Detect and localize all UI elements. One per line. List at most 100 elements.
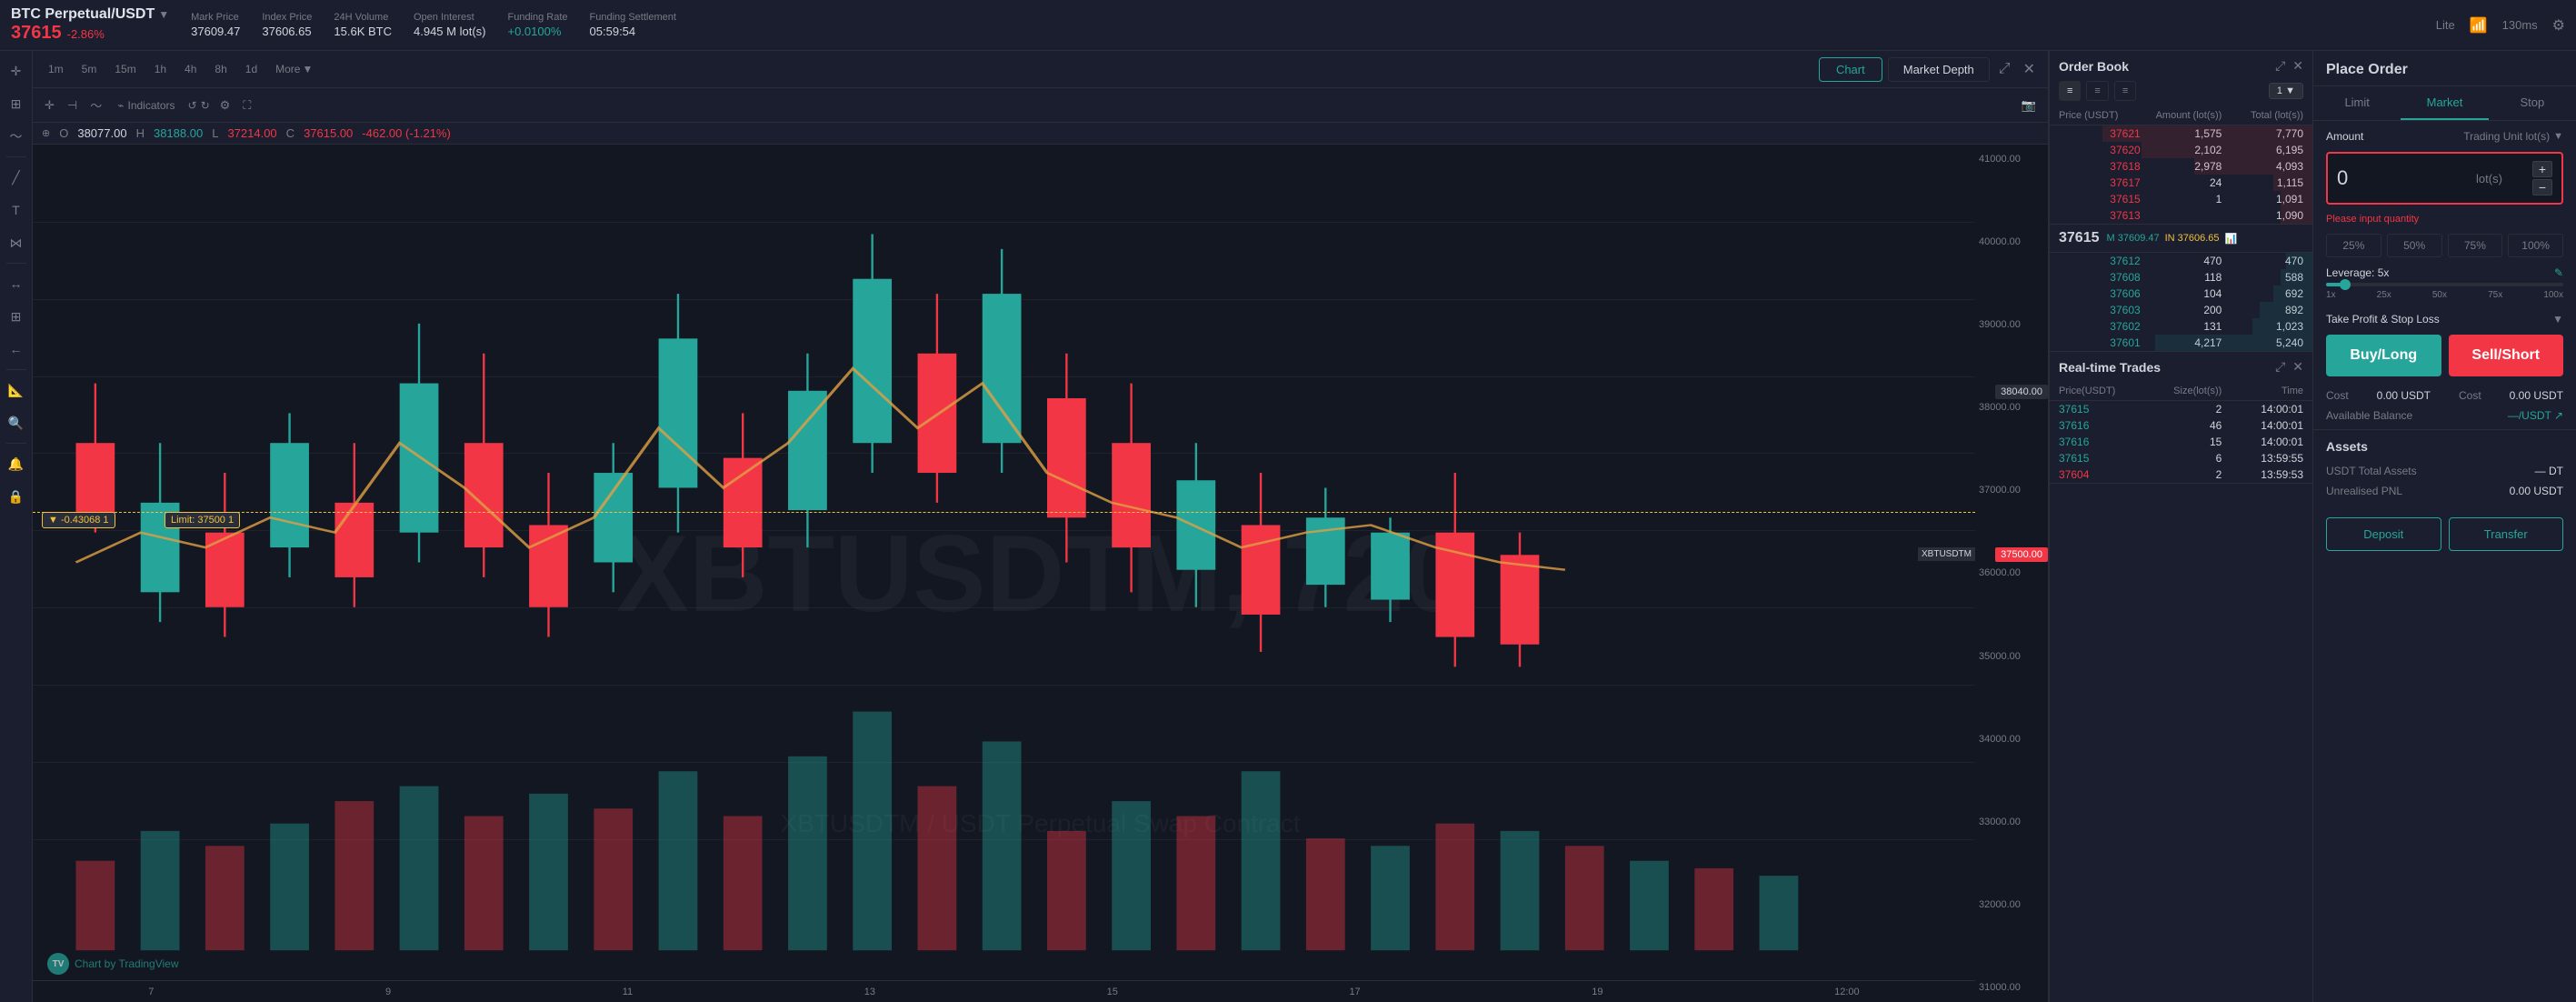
pct-25-button[interactable]: 25%: [2326, 234, 2381, 257]
buy-sell-buttons: Buy/Long Sell/Short: [2313, 335, 2576, 386]
timeframe-1m[interactable]: 1m: [42, 59, 70, 79]
ticker-name[interactable]: BTC Perpetual/USDT ▼: [11, 6, 169, 23]
close-chart-icon[interactable]: ✕: [2020, 56, 2039, 82]
cursor-icon[interactable]: ✛: [42, 95, 57, 115]
zoom-icon[interactable]: 🔍: [4, 410, 29, 436]
ob-view-both[interactable]: ≡: [2059, 81, 2081, 101]
line-tool-icon[interactable]: ╱: [4, 165, 29, 190]
buy-long-button[interactable]: Buy/Long: [2326, 335, 2441, 376]
expand-ob-icon[interactable]: ⤢: [2275, 58, 2285, 74]
lite-button[interactable]: Lite: [2436, 18, 2455, 32]
close-trades-icon[interactable]: ✕: [2292, 359, 2303, 375]
trade-row[interactable]: 37616 46 14:00:01: [2050, 417, 2312, 434]
ob-view-sells[interactable]: ≡: [2086, 81, 2108, 101]
lock-icon[interactable]: 🔒: [4, 484, 29, 509]
ob-view-buys[interactable]: ≡: [2114, 81, 2136, 101]
leverage-edit-button[interactable]: ✎: [2554, 266, 2563, 279]
high-value: 38188.00: [154, 126, 203, 140]
market-tab[interactable]: Market: [2401, 86, 2488, 120]
ob-buy-row[interactable]: 37603 200 892: [2050, 302, 2312, 318]
tp-sl-expand-icon[interactable]: ▼: [2552, 313, 2563, 326]
camera-icon[interactable]: 📷: [2019, 95, 2039, 115]
ob-buy-row[interactable]: 37606 104 692: [2050, 286, 2312, 302]
trade-row[interactable]: 37604 2 13:59:53: [2050, 466, 2312, 483]
amount-input[interactable]: [2337, 166, 2446, 190]
pct-50-button[interactable]: 50%: [2387, 234, 2442, 257]
fullscreen-icon[interactable]: ⛶: [240, 95, 254, 115]
leverage-thumb[interactable]: [2340, 279, 2351, 290]
ob-sell-row[interactable]: 37620 2,102 6,195: [2050, 142, 2312, 158]
more-timeframes-button[interactable]: More ▼: [269, 59, 319, 79]
trading-unit-dropdown-icon[interactable]: ▼: [2553, 131, 2563, 142]
market-depth-tab-button[interactable]: Market Depth: [1888, 57, 1990, 82]
oi-value: 4.945 M lot(s): [414, 25, 485, 38]
pct-75-button[interactable]: 75%: [2448, 234, 2503, 257]
settings-icon[interactable]: ⚙: [2552, 16, 2565, 35]
leverage-slider[interactable]: [2326, 283, 2563, 286]
expand-trades-icon[interactable]: ⤢: [2275, 359, 2285, 375]
text-tool-icon[interactable]: T: [4, 197, 29, 223]
ob-depth-selector[interactable]: 1 ▼: [2269, 83, 2303, 99]
timeframe-1h[interactable]: 1h: [148, 59, 173, 79]
ob-sell-row[interactable]: 37617 24 1,115: [2050, 175, 2312, 191]
settings-draw-icon[interactable]: ⚙: [217, 95, 234, 115]
price-line-icon[interactable]: ⊣: [65, 95, 80, 115]
chart-tab-button[interactable]: Chart: [1819, 57, 1882, 82]
ob-buy-row[interactable]: 37612 470 470: [2050, 253, 2312, 269]
grid-icon[interactable]: ⊞: [4, 304, 29, 329]
indicators-button[interactable]: ⌁ Indicators: [112, 96, 180, 115]
ob-sell-row[interactable]: 37615 1 1,091: [2050, 191, 2312, 207]
limit-tab[interactable]: Limit: [2313, 86, 2401, 120]
timeframe-1d[interactable]: 1d: [239, 59, 264, 79]
ob-sell-row[interactable]: 37618 2,978 4,093: [2050, 158, 2312, 175]
amount-input-box[interactable]: lot(s) + −: [2326, 152, 2563, 205]
ob-buy-row[interactable]: 37601 4,217 5,240: [2050, 335, 2312, 351]
undo-icon[interactable]: ↺: [188, 99, 197, 112]
sell-short-button[interactable]: Sell/Short: [2449, 335, 2564, 376]
measure-icon[interactable]: ↔: [4, 271, 29, 296]
order-book-header: Order Book ⤢ ✕: [2050, 51, 2312, 81]
timeframe-5m[interactable]: 5m: [75, 59, 104, 79]
crosshair-icon[interactable]: ✛: [4, 58, 29, 84]
timeframe-15m[interactable]: 15m: [108, 59, 142, 79]
ob-sell-row[interactable]: 37621 1,575 7,770: [2050, 125, 2312, 142]
ob-buy-row[interactable]: 37602 131 1,023: [2050, 318, 2312, 335]
index-price-value: 37606.65: [262, 25, 312, 38]
tick-50x: 50x: [2432, 290, 2447, 300]
available-balance-link[interactable]: —/USDT ↗: [2508, 409, 2563, 422]
pct-100-button[interactable]: 100%: [2508, 234, 2563, 257]
timeframe-8h[interactable]: 8h: [208, 59, 233, 79]
stop-tab[interactable]: Stop: [2489, 86, 2576, 120]
node-tool-icon[interactable]: ⋈: [4, 230, 29, 256]
amount-decrement-button[interactable]: −: [2532, 179, 2552, 195]
candlestick-icon[interactable]: ⊞: [4, 91, 29, 116]
ob-mid-chart-icon[interactable]: 📊: [2225, 233, 2238, 245]
stat-funding-settlement: Funding Settlement 05:59:54: [590, 12, 676, 38]
time-9: 9: [385, 987, 391, 997]
ob-sell-row[interactable]: 37613 1,090: [2050, 207, 2312, 224]
ticker-dropdown-icon[interactable]: ▼: [158, 8, 169, 21]
buy-price-1: 37612: [2059, 255, 2141, 267]
ruler-icon[interactable]: 📐: [4, 377, 29, 403]
ob-buy-row[interactable]: 37608 118 588: [2050, 269, 2312, 286]
expand-icon[interactable]: ⤢: [1995, 57, 2014, 81]
close-ob-icon[interactable]: ✕: [2292, 58, 2303, 74]
transfer-button[interactable]: Transfer: [2449, 517, 2564, 551]
buy-price-6: 37601: [2059, 336, 2141, 349]
wave-draw-icon[interactable]: 〜: [87, 94, 105, 116]
trade-row[interactable]: 37615 2 14:00:01: [2050, 401, 2312, 417]
wave-icon[interactable]: 〜: [4, 124, 29, 149]
chart-canvas[interactable]: XBTUSDTM, 720 XBTUSDTM / USDT Perpetual …: [33, 145, 2048, 1002]
low-label: L: [212, 126, 218, 140]
percentage-buttons: 25% 50% 75% 100%: [2326, 234, 2563, 257]
bell-icon[interactable]: 🔔: [4, 451, 29, 476]
amount-increment-button[interactable]: +: [2532, 161, 2552, 177]
redo-icon[interactable]: ↻: [201, 99, 210, 112]
trade-row[interactable]: 37616 15 14:00:01: [2050, 434, 2312, 450]
back-icon[interactable]: ←: [4, 336, 29, 362]
candles-area[interactable]: ▼ -0.43068 1 Limit: 37500 1: [33, 145, 1975, 980]
timeframe-4h[interactable]: 4h: [178, 59, 203, 79]
trade-row[interactable]: 37615 6 13:59:55: [2050, 450, 2312, 466]
tp-sl-row[interactable]: Take Profit & Stop Loss ▼: [2326, 313, 2563, 326]
deposit-button[interactable]: Deposit: [2326, 517, 2441, 551]
